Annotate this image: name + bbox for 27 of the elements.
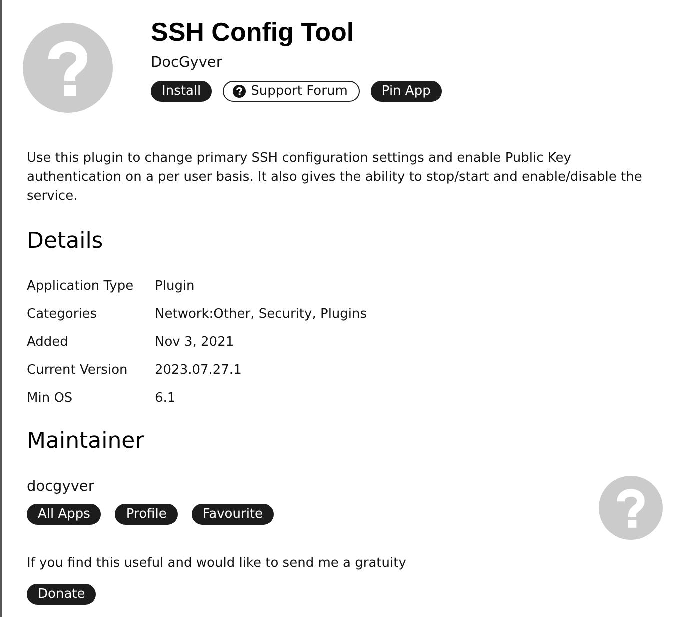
detail-value: Plugin [155,278,195,296]
action-button[interactable]: Favourite [192,504,274,525]
help-icon [233,85,246,98]
action-button[interactable]: All Apps [27,504,102,525]
detail-label: Added [27,334,68,352]
detail-label: Min OS [27,390,73,408]
detail-label: Application Type [27,278,134,296]
detail-label: Categories [27,306,98,324]
section-heading: Details [27,228,104,256]
app-title: SSH Config Tool [151,16,356,48]
detail-value: 6.1 [155,390,176,408]
detail-value: Network:Other, Security, Plugins [155,306,368,324]
author-name: DocGyver [151,54,224,73]
action-button[interactable]: Profile [115,504,178,525]
question-mark-icon [23,23,113,113]
detail-label: Current Version [27,362,128,380]
detail-value: 2023.07.27.1 [155,362,242,380]
maintainer-name: docgyver [27,478,96,497]
support-forum-link[interactable]: Support Forum [223,81,360,102]
app-description: Use this plugin to change primary SSH configuration settings and enable Public Key authentication on a per user basis. It also gives the ability to stop/start and enable/disable the service. [27,150,644,206]
donation-note: If you find this useful and would like to send me a gratuity [27,555,408,573]
question-mark-icon [599,476,663,540]
action-button[interactable]: Pin App [370,81,442,102]
detail-value: Nov 3, 2021 [155,334,234,352]
action-button[interactable]: Install [151,81,212,102]
donate-button[interactable]: Donate [27,584,96,605]
section-heading: Maintainer [27,428,146,456]
